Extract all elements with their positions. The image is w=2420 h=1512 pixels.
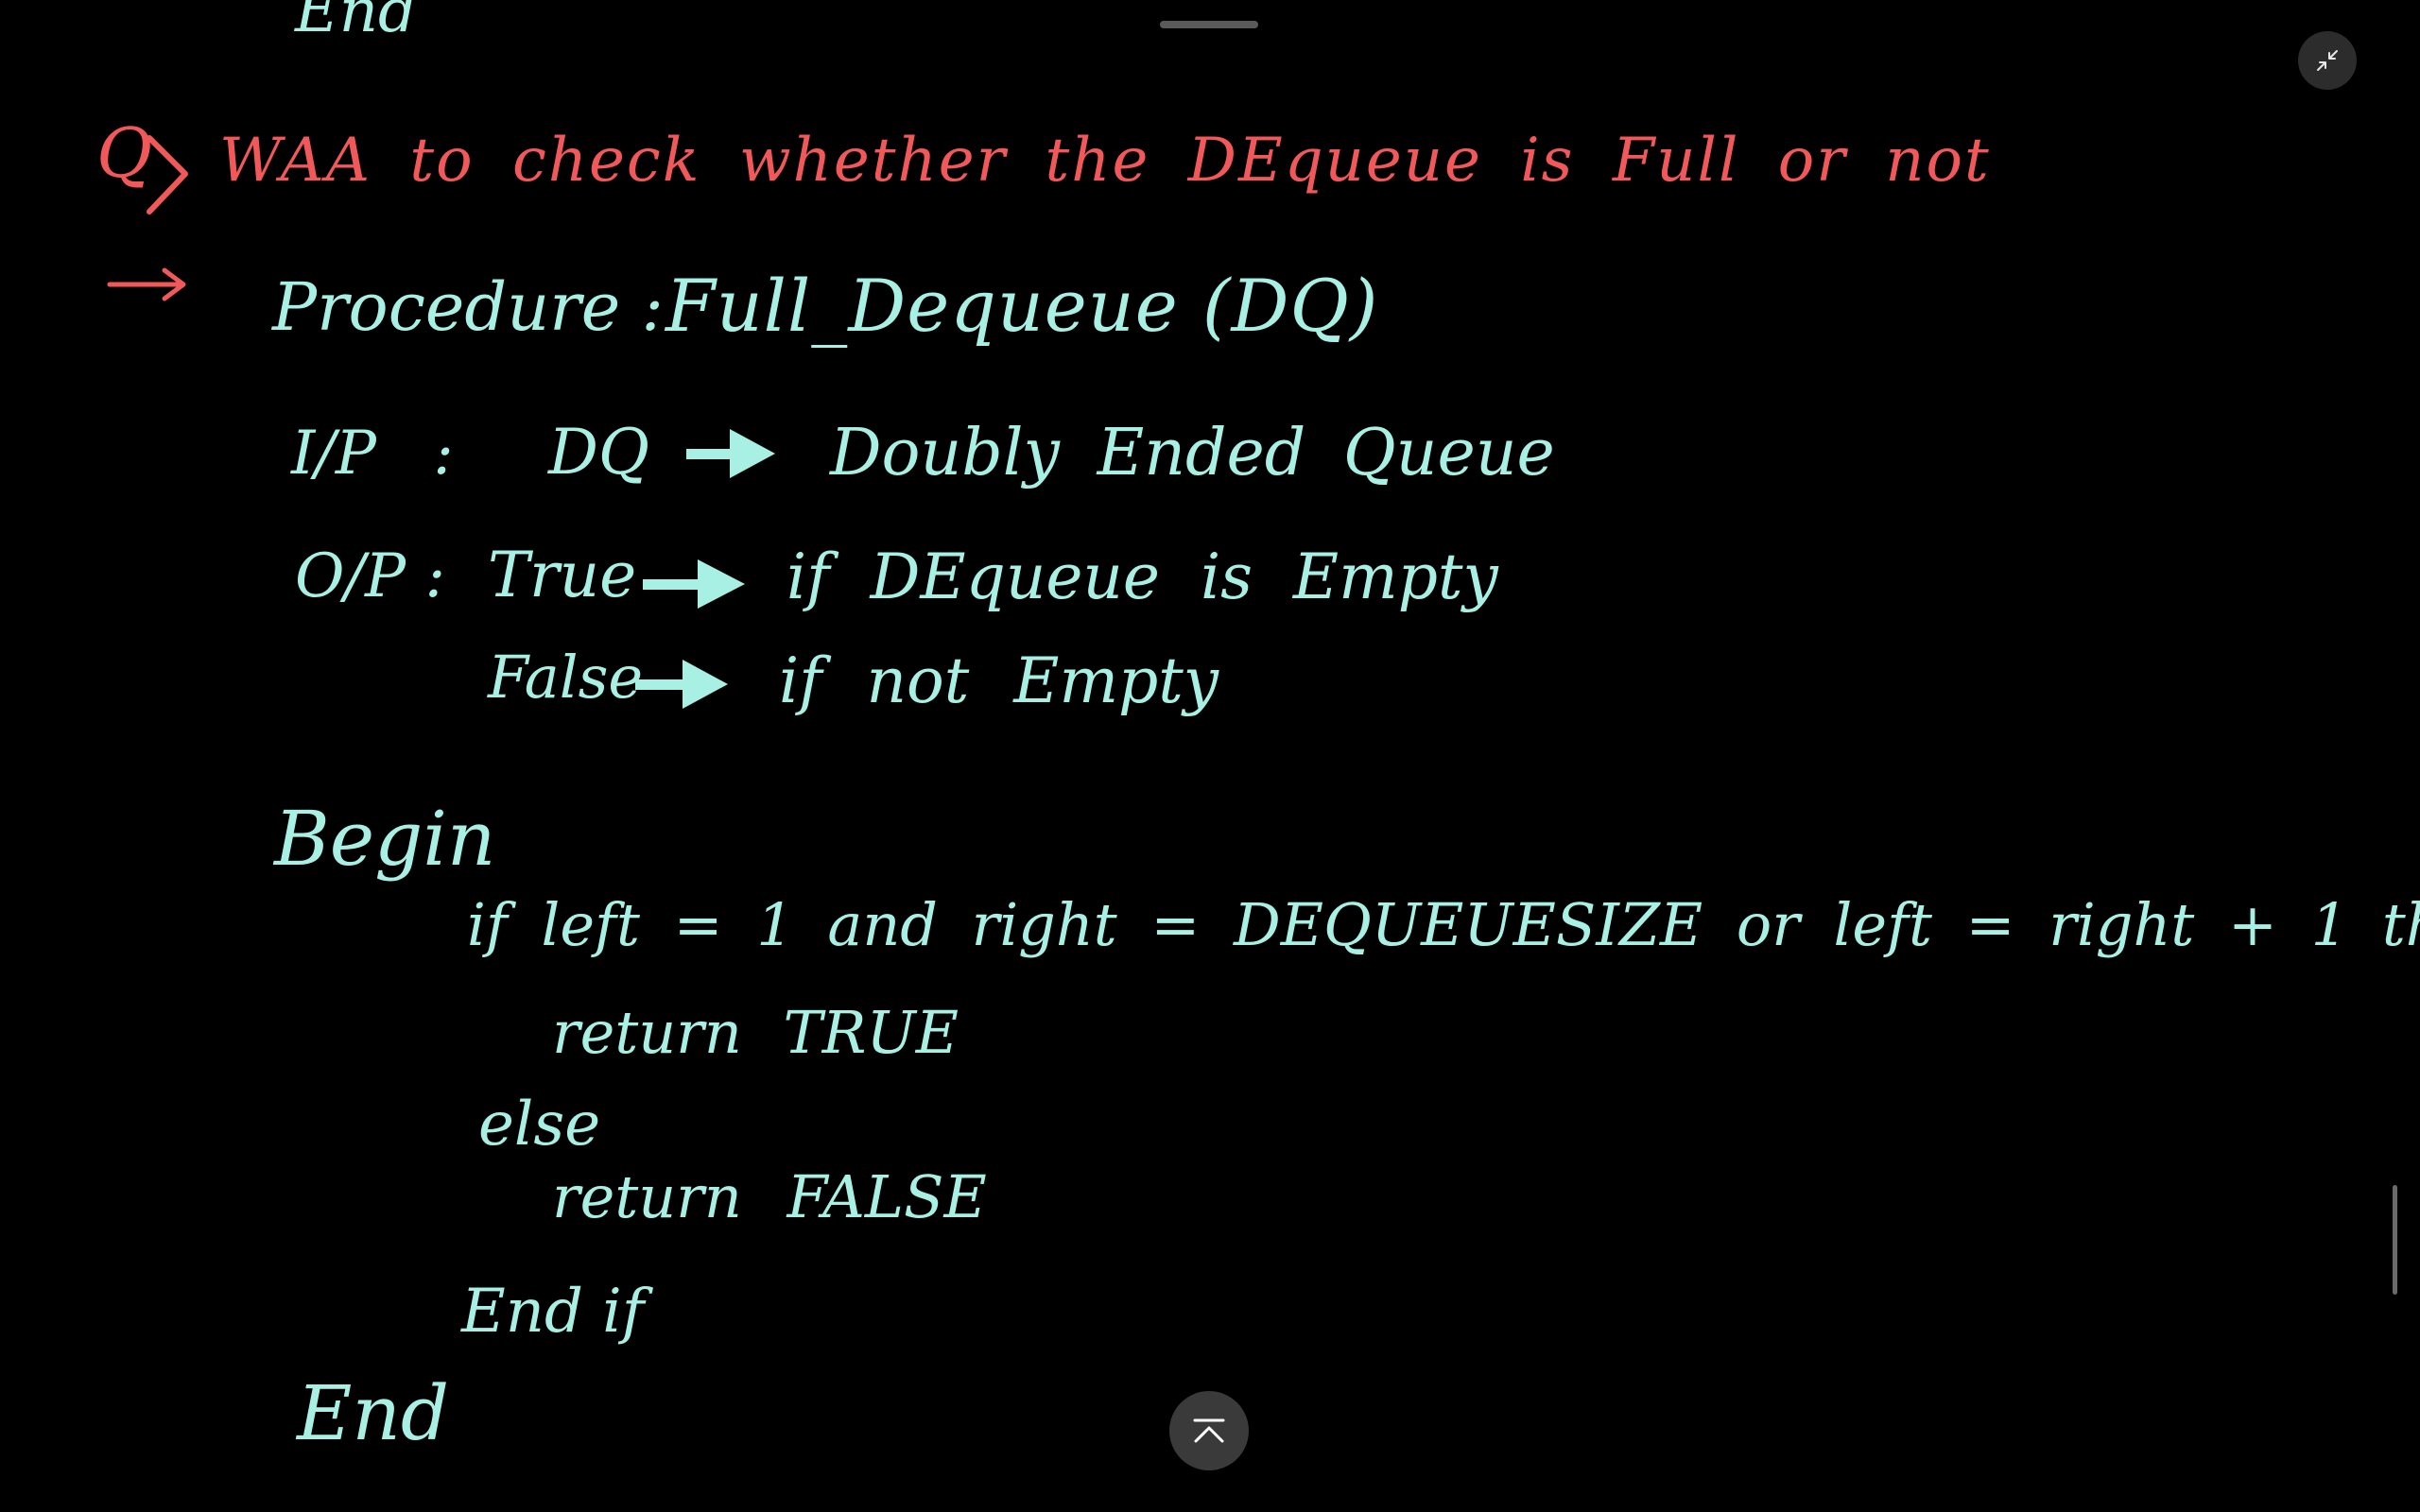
input-var: DQ xyxy=(548,416,650,489)
drag-handle[interactable] xyxy=(1160,21,1258,28)
vertical-scrollbar[interactable] xyxy=(2393,1185,2397,1295)
chevron-up-bar-icon xyxy=(1193,1418,1225,1443)
algo-return-false: return FALSE xyxy=(552,1162,987,1231)
question-text: WAA to check whether the DEqueue is Full… xyxy=(219,126,1991,196)
note-canvas[interactable]: End Q WAA to check whether the DEqueue i… xyxy=(0,0,2420,1512)
output-true-label: True xyxy=(488,539,637,611)
output-false-arrow-icon xyxy=(635,660,728,709)
collapse-button[interactable] xyxy=(2298,31,2357,90)
output-label: O/P : xyxy=(295,541,445,611)
algo-else: else xyxy=(478,1090,601,1160)
algo-end-if: End if xyxy=(461,1277,645,1347)
output-true-arrow-icon xyxy=(643,559,745,609)
question-chevron-icon xyxy=(147,135,188,215)
top-end-fragment: End xyxy=(295,0,417,46)
algo-begin: Begin xyxy=(274,795,496,883)
algo-if-line: if left = 1 and right = DEQUEUESIZE or l… xyxy=(467,890,2420,959)
input-desc: Doubly Ended Queue xyxy=(830,416,1555,490)
input-arrow-icon xyxy=(686,429,775,478)
algo-end: End xyxy=(297,1369,450,1457)
procedure-name: Full_Dequeue (DQ) xyxy=(666,264,1379,348)
bullet-arrow-icon xyxy=(107,267,186,301)
scroll-to-top-button[interactable] xyxy=(1169,1391,1249,1470)
output-false-desc: if not Empty xyxy=(779,644,1219,717)
output-true-desc: if DEqueue is Empty xyxy=(786,541,1498,613)
algo-return-true: return TRUE xyxy=(552,998,959,1067)
collapse-arrows-icon xyxy=(2317,50,2338,71)
input-label: I/P : xyxy=(291,419,454,489)
procedure-label: Procedure : xyxy=(272,268,664,346)
output-false-label: False xyxy=(488,643,644,712)
